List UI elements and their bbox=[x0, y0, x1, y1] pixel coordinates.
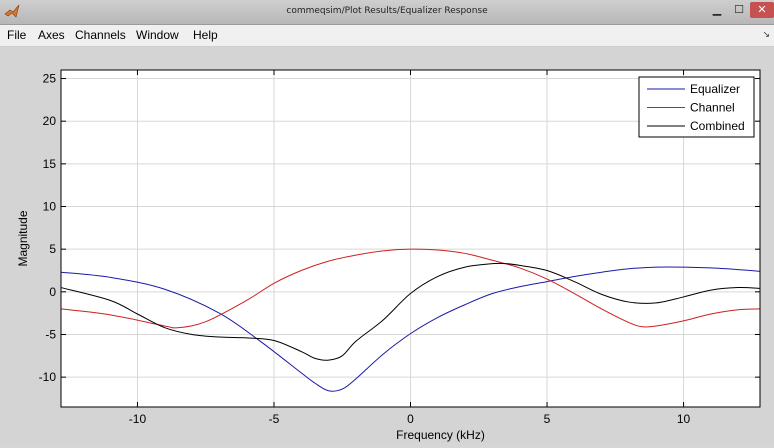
x-tick-label: 5 bbox=[544, 412, 551, 426]
x-tick-label: -10 bbox=[129, 412, 147, 426]
y-tick-label: -10 bbox=[39, 370, 57, 384]
dock-arrow-icon[interactable]: ↘ bbox=[762, 29, 770, 40]
legend-label: Combined bbox=[690, 119, 745, 133]
y-tick-label: 15 bbox=[43, 157, 57, 171]
equalizer-response-chart: -10 -5 0 5 10 -10 -5 0 5 10 15 20 25 Frequency (kHz) M… bbox=[16, 69, 761, 442]
y-tick-label: 5 bbox=[49, 242, 56, 256]
menu-window[interactable]: Window bbox=[136, 28, 179, 42]
menu-bar: File Axes Channels Window Help ↘ bbox=[0, 25, 774, 47]
x-tick-label: 0 bbox=[407, 412, 414, 426]
close-icon[interactable]: ✕ bbox=[750, 2, 774, 18]
figure-canvas: -10 -5 0 5 10 -10 -5 0 5 10 15 20 25 Frequency (kHz) M… bbox=[0, 47, 774, 443]
minimize-icon[interactable]: ▁ bbox=[706, 2, 728, 18]
menu-channels[interactable]: Channels bbox=[75, 28, 126, 42]
menu-help[interactable]: Help bbox=[193, 28, 218, 42]
legend-label: Channel bbox=[690, 101, 735, 115]
window-titlebar[interactable]: commeqsim/Plot Results/Equalizer Respons… bbox=[0, 0, 774, 25]
menu-axes[interactable]: Axes bbox=[38, 28, 65, 42]
y-tick-label: 20 bbox=[43, 114, 57, 128]
y-tick-label: -5 bbox=[45, 327, 56, 341]
x-axis-label: Frequency (kHz) bbox=[396, 428, 485, 442]
maximize-icon[interactable]: ☐ bbox=[728, 2, 750, 18]
y-axis-label: Magnitude bbox=[16, 210, 30, 266]
x-tick-label: -5 bbox=[269, 412, 280, 426]
menu-file[interactable]: File bbox=[7, 28, 26, 42]
x-tick-label: 10 bbox=[677, 412, 691, 426]
y-tick-label: 25 bbox=[43, 72, 57, 86]
window-title: commeqsim/Plot Results/Equalizer Respons… bbox=[286, 6, 488, 16]
y-tick-label: 0 bbox=[49, 285, 56, 299]
legend-label: Equalizer bbox=[690, 82, 740, 96]
y-tick-label: 10 bbox=[43, 200, 57, 214]
